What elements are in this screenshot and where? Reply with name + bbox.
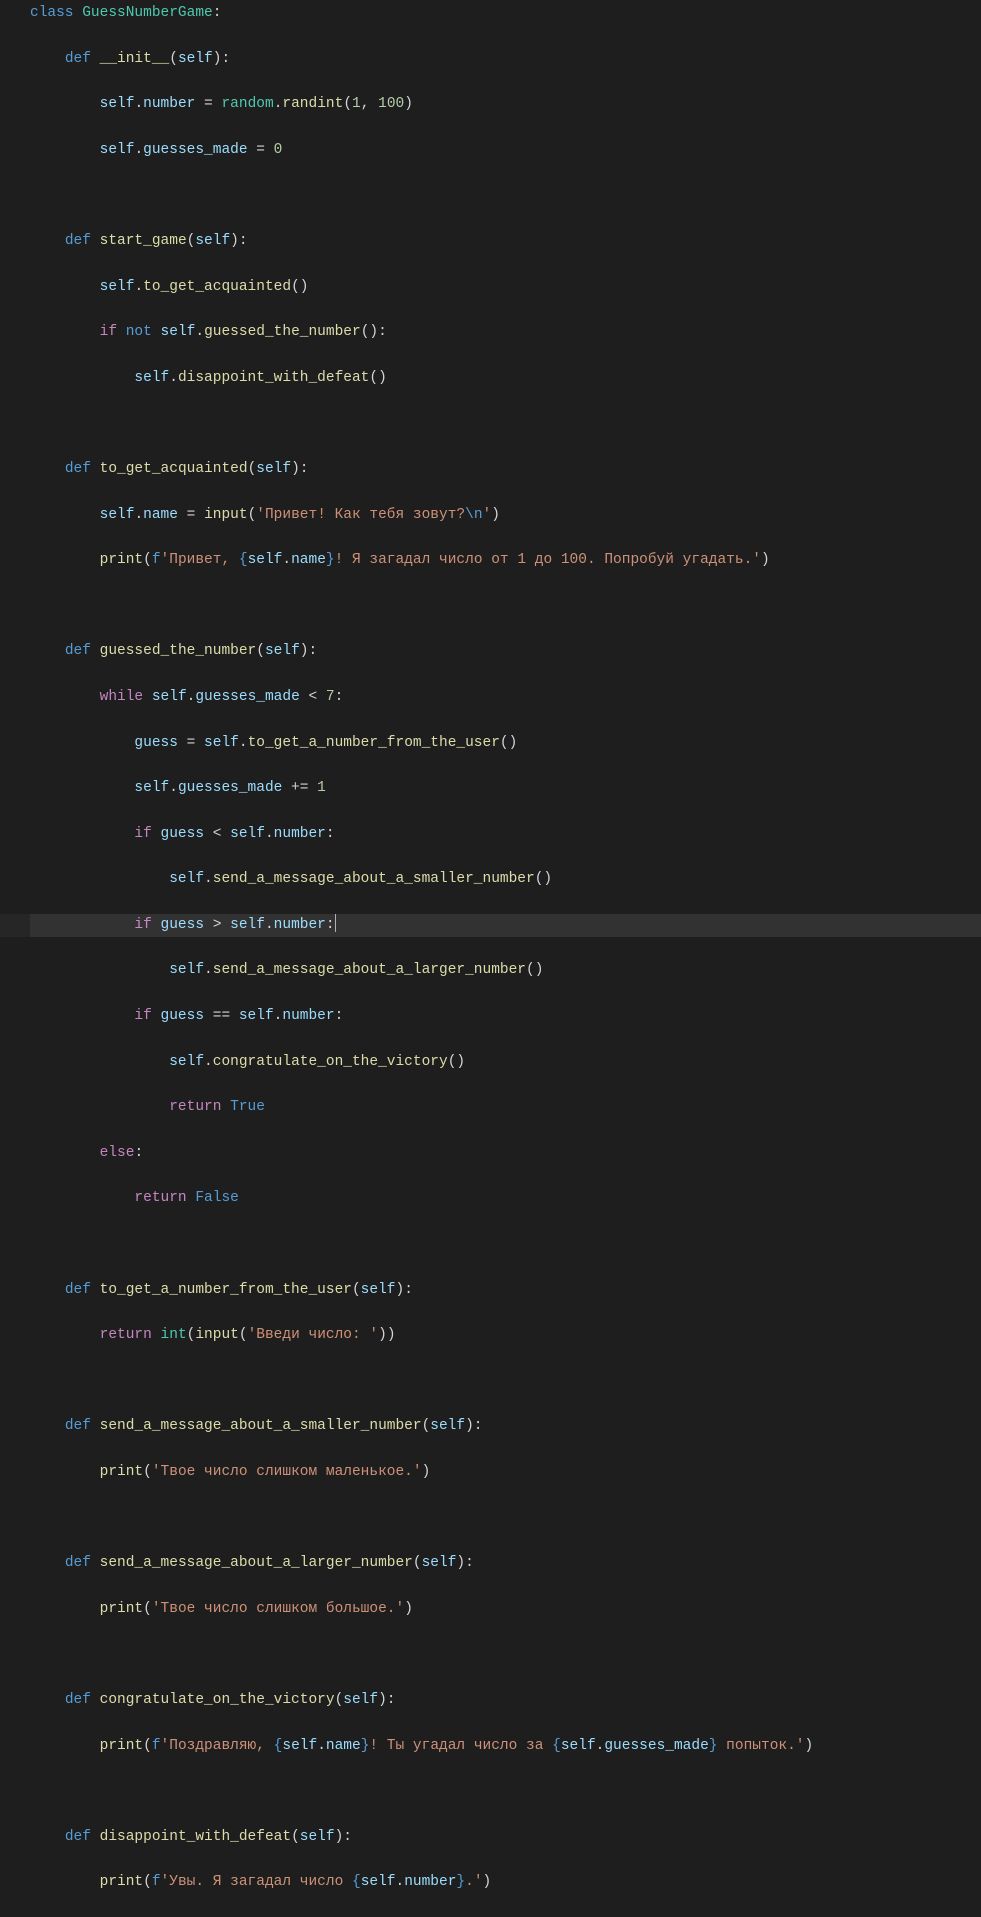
code-line[interactable]: print(f'Привет, {self.name}! Я загадал ч… — [30, 549, 981, 572]
code-editor[interactable]: class GuessNumberGame: def __init__(self… — [0, 0, 981, 1917]
code-line[interactable]: def congratulate_on_the_victory(self): — [30, 1689, 981, 1712]
code-line[interactable] — [30, 1370, 981, 1393]
code-line[interactable]: if guess == self.number: — [30, 1005, 981, 1028]
code-line[interactable]: print(f'Увы. Я загадал число {self.numbe… — [30, 1871, 981, 1894]
code-line[interactable]: def __init__(self): — [30, 48, 981, 71]
code-line[interactable]: print(f'Поздравляю, {self.name}! Ты угад… — [30, 1735, 981, 1758]
code-line[interactable]: print('Твое число слишком большое.') — [30, 1598, 981, 1621]
code-line[interactable]: self.guesses_made += 1 — [30, 777, 981, 800]
code-line[interactable] — [30, 1233, 981, 1256]
code-line[interactable]: self.disappoint_with_defeat() — [30, 367, 981, 390]
keyword-class: class — [30, 5, 74, 21]
code-line[interactable]: self.name = input('Привет! Как тебя зову… — [30, 504, 981, 527]
code-line[interactable]: self.guesses_made = 0 — [30, 139, 981, 162]
text-cursor — [335, 914, 336, 932]
method-congratulate: congratulate_on_the_victory — [100, 1692, 335, 1708]
code-line[interactable]: self.to_get_acquainted() — [30, 276, 981, 299]
code-line[interactable]: class GuessNumberGame: — [30, 2, 981, 25]
code-line[interactable] — [30, 1780, 981, 1803]
code-line[interactable]: return True — [30, 1096, 981, 1119]
code-line-current[interactable]: if guess > self.number: — [30, 914, 981, 937]
code-line[interactable]: self.send_a_message_about_a_smaller_numb… — [30, 868, 981, 891]
code-line[interactable]: return False — [30, 1187, 981, 1210]
method-send-larger: send_a_message_about_a_larger_number — [100, 1555, 413, 1571]
code-line[interactable]: self.congratulate_on_the_victory() — [30, 1051, 981, 1074]
code-line[interactable]: guess = self.to_get_a_number_from_the_us… — [30, 732, 981, 755]
code-line[interactable]: else: — [30, 1142, 981, 1165]
code-line[interactable]: def to_get_a_number_from_the_user(self): — [30, 1279, 981, 1302]
code-line[interactable] — [30, 184, 981, 207]
method-guessed-the-number: guessed_the_number — [100, 643, 257, 659]
code-line[interactable]: return int(input('Введи число: ')) — [30, 1324, 981, 1347]
class-name: GuessNumberGame — [82, 5, 213, 21]
method-to-get-a-number: to_get_a_number_from_the_user — [100, 1282, 352, 1298]
code-line[interactable]: def disappoint_with_defeat(self): — [30, 1826, 981, 1849]
code-line[interactable]: self.send_a_message_about_a_larger_numbe… — [30, 959, 981, 982]
code-line[interactable]: def send_a_message_about_a_larger_number… — [30, 1552, 981, 1575]
method-init: __init__ — [100, 51, 170, 67]
code-line[interactable]: def guessed_the_number(self): — [30, 640, 981, 663]
code-line[interactable] — [30, 412, 981, 435]
code-line[interactable]: while self.guesses_made < 7: — [30, 686, 981, 709]
code-line[interactable]: print('Твое число слишком маленькое.') — [30, 1461, 981, 1484]
code-line[interactable]: def to_get_acquainted(self): — [30, 458, 981, 481]
method-start-game: start_game — [100, 233, 187, 249]
code-line[interactable]: def start_game(self): — [30, 230, 981, 253]
method-to-get-acquainted: to_get_acquainted — [100, 461, 248, 477]
code-line[interactable] — [30, 1643, 981, 1666]
code-line[interactable]: self.number = random.randint(1, 100) — [30, 93, 981, 116]
method-send-smaller: send_a_message_about_a_smaller_number — [100, 1418, 422, 1434]
code-line[interactable]: if not self.guessed_the_number(): — [30, 321, 981, 344]
code-line[interactable] — [30, 1507, 981, 1530]
code-line[interactable] — [30, 595, 981, 618]
method-disappoint: disappoint_with_defeat — [100, 1829, 291, 1845]
code-line[interactable]: if guess < self.number: — [30, 823, 981, 846]
code-line[interactable]: def send_a_message_about_a_smaller_numbe… — [30, 1415, 981, 1438]
